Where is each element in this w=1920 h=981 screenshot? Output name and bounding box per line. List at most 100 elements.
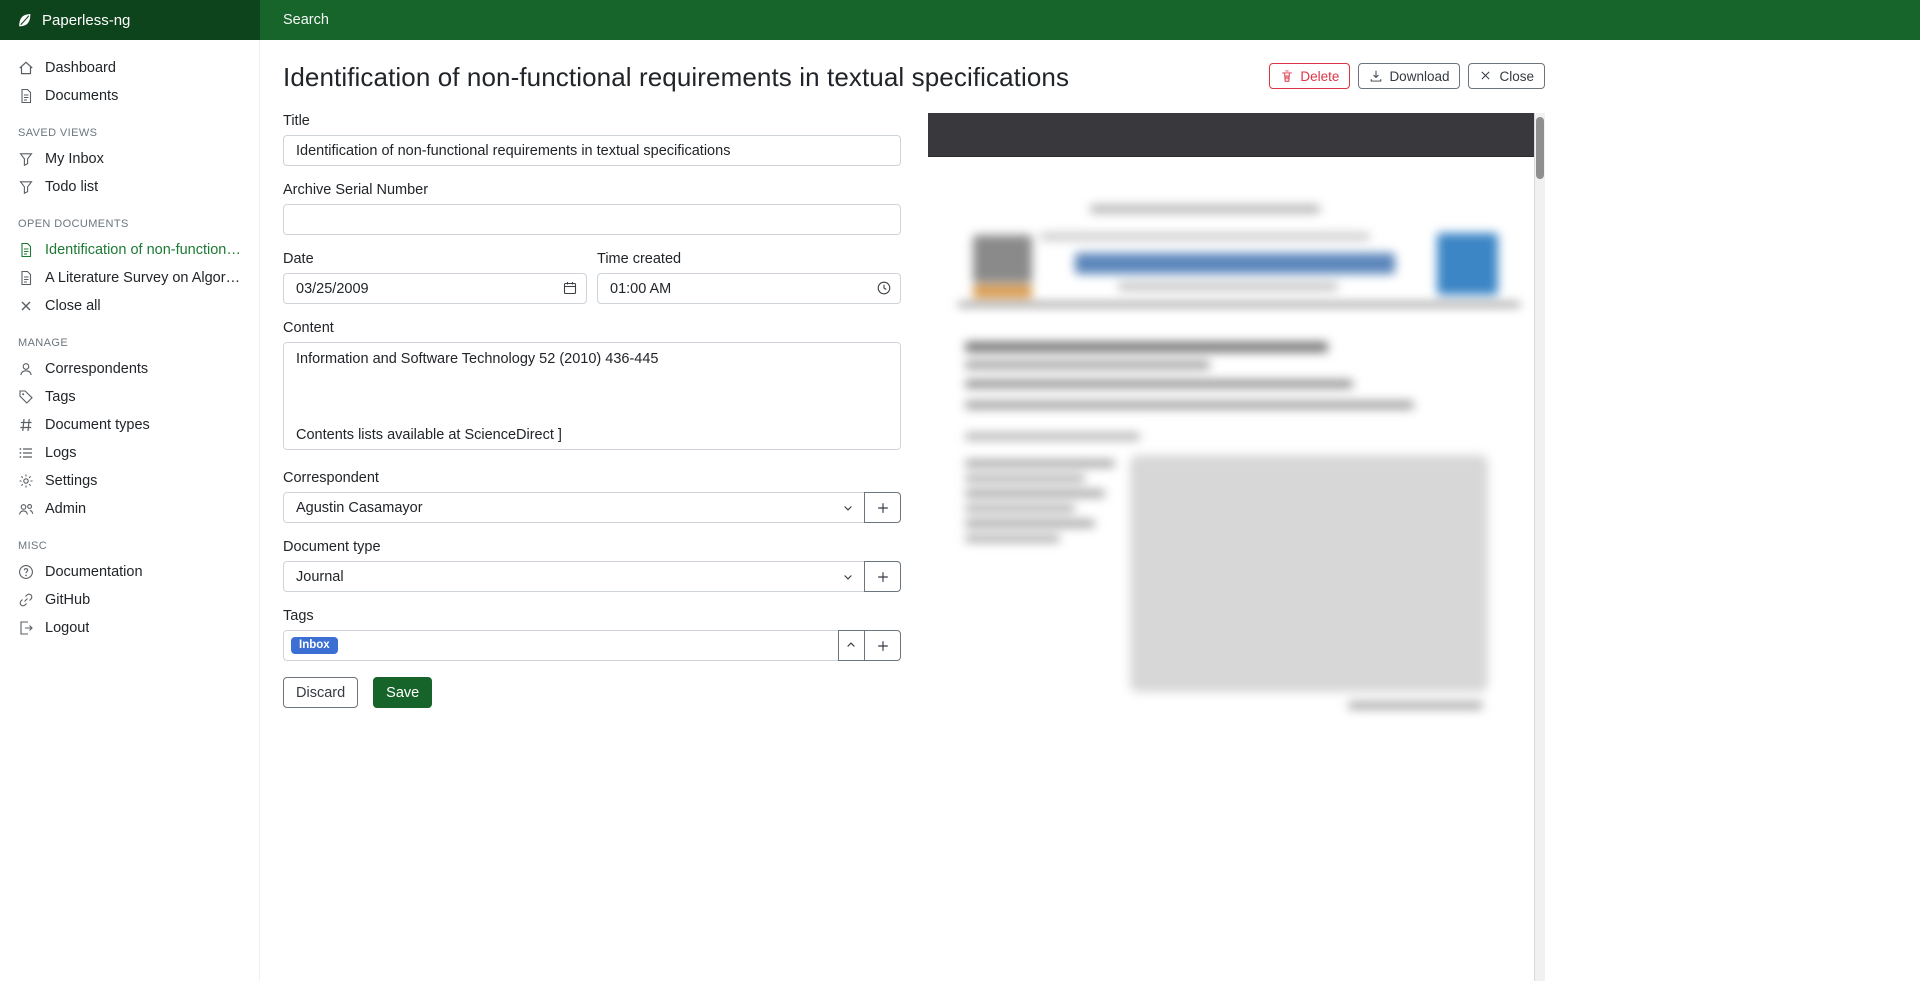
tags-field: Tags Inbox bbox=[283, 608, 901, 661]
time-input[interactable] bbox=[597, 273, 901, 304]
sidebar-item-a-literature-survey-on-algorithms-for-mu[interactable]: A Literature Survey on Algorithms for Mu… bbox=[0, 264, 259, 292]
pdf-scrollbar-thumb[interactable] bbox=[1536, 117, 1544, 179]
page-header: Identification of non-functional require… bbox=[283, 40, 1545, 96]
tag-icon bbox=[18, 389, 34, 405]
sidebar-item-close-all[interactable]: Close all bbox=[0, 292, 259, 320]
sidebar-item-label: Documents bbox=[45, 88, 118, 104]
sidebar-item-document-types[interactable]: Document types bbox=[0, 411, 259, 439]
close-icon bbox=[1479, 69, 1493, 83]
add-correspondent-button[interactable] bbox=[864, 492, 901, 523]
download-icon bbox=[1369, 69, 1383, 83]
sidebar: Dashboard Documents SAVED VIEWSMy Inbox Tod… bbox=[0, 40, 260, 981]
sidebar-item-documentation[interactable]: Documentation bbox=[0, 558, 259, 586]
leaf-logo-icon bbox=[16, 12, 33, 29]
sidebar-item-label: Settings bbox=[45, 473, 97, 489]
brand-name: Paperless-ng bbox=[42, 12, 130, 29]
content-textarea[interactable]: Information and Software Technology 52 (… bbox=[283, 342, 901, 450]
date-time-row: Date Time created bbox=[283, 251, 901, 304]
sidebar-item-label: A Literature Survey on Algorithms for Mu… bbox=[45, 270, 241, 286]
asn-field: Archive Serial Number bbox=[283, 182, 901, 235]
correspondent-label: Correspondent bbox=[283, 470, 901, 486]
logout-icon bbox=[18, 620, 34, 636]
plus-icon bbox=[876, 570, 890, 584]
trash-icon bbox=[1280, 69, 1294, 83]
sidebar-section-header-manage: MANAGE bbox=[0, 320, 259, 355]
chevron-down-icon bbox=[842, 571, 854, 583]
tags-input[interactable]: Inbox bbox=[283, 630, 839, 661]
document-actions: Delete Download Close bbox=[1249, 63, 1545, 89]
date-field: Date bbox=[283, 251, 587, 304]
sidebar-item-label: Todo list bbox=[45, 179, 98, 195]
sidebar-item-todo-list[interactable]: Todo list bbox=[0, 173, 259, 201]
main-content: Identification of non-functional require… bbox=[260, 40, 1920, 981]
date-input[interactable] bbox=[283, 273, 587, 304]
caret-up-icon bbox=[845, 639, 859, 653]
brand[interactable]: Paperless-ng bbox=[0, 0, 260, 40]
discard-button[interactable]: Discard bbox=[283, 677, 358, 708]
sidebar-item-label: Close all bbox=[45, 298, 101, 314]
document-type-field: Document type Journal bbox=[283, 539, 901, 592]
page-title: Identification of non-functional require… bbox=[283, 58, 1069, 96]
close-button[interactable]: Close bbox=[1468, 63, 1545, 89]
sidebar-item-my-inbox[interactable]: My Inbox bbox=[0, 145, 259, 173]
correspondent-field: Correspondent Agustin Casamayor bbox=[283, 470, 901, 523]
sidebar-item-label: Identification of non-functional require… bbox=[45, 242, 241, 258]
pdf-scrollbar[interactable] bbox=[1534, 113, 1545, 981]
pdf-toolbar[interactable] bbox=[928, 113, 1534, 157]
file-text-icon bbox=[18, 88, 34, 104]
sidebar-item-logout[interactable]: Logout bbox=[0, 614, 259, 642]
delete-button[interactable]: Delete bbox=[1269, 63, 1350, 89]
sidebar-item-label: Correspondents bbox=[45, 361, 148, 377]
pdf-preview bbox=[928, 113, 1545, 981]
sidebar-item-admin[interactable]: Admin bbox=[0, 495, 259, 523]
document-detail: Title Archive Serial Number Date bbox=[283, 113, 1545, 981]
add-tag-button[interactable] bbox=[864, 630, 901, 661]
pdf-blurred-content bbox=[928, 157, 1534, 981]
sidebar-item-identification-of-non-functional-requirem[interactable]: Identification of non-functional require… bbox=[0, 236, 259, 264]
document-type-select[interactable]: Journal bbox=[283, 561, 865, 592]
title-field: Title bbox=[283, 113, 901, 166]
sidebar-item-documents[interactable]: Documents bbox=[0, 82, 259, 110]
chevron-down-icon bbox=[842, 502, 854, 514]
time-field: Time created bbox=[597, 251, 901, 304]
search-input[interactable] bbox=[283, 12, 903, 28]
save-button[interactable]: Save bbox=[373, 677, 432, 708]
correspondent-value: Agustin Casamayor bbox=[296, 500, 423, 516]
tag-badge-inbox[interactable]: Inbox bbox=[291, 637, 338, 655]
date-label: Date bbox=[283, 251, 587, 267]
sidebar-item-label: Dashboard bbox=[45, 60, 116, 76]
funnel-icon bbox=[18, 151, 34, 167]
people-icon bbox=[18, 501, 34, 517]
title-input[interactable] bbox=[283, 135, 901, 166]
sidebar-section-header-saved-views: SAVED VIEWS bbox=[0, 110, 259, 145]
home-icon bbox=[18, 60, 34, 76]
sidebar-item-github[interactable]: GitHub bbox=[0, 586, 259, 614]
form-buttons: Discard Save bbox=[283, 677, 901, 708]
search-bar bbox=[260, 0, 1920, 40]
sidebar-item-label: Admin bbox=[45, 501, 86, 517]
download-button[interactable]: Download bbox=[1358, 63, 1460, 89]
sidebar-item-settings[interactable]: Settings bbox=[0, 467, 259, 495]
tags-label: Tags bbox=[283, 608, 901, 624]
plus-icon bbox=[876, 501, 890, 515]
sidebar-item-label: Logout bbox=[45, 620, 89, 636]
sidebar-item-correspondents[interactable]: Correspondents bbox=[0, 355, 259, 383]
sidebar-item-dashboard[interactable]: Dashboard bbox=[0, 54, 259, 82]
sidebar-item-logs[interactable]: Logs bbox=[0, 439, 259, 467]
time-label: Time created bbox=[597, 251, 901, 267]
correspondent-select[interactable]: Agustin Casamayor bbox=[283, 492, 865, 523]
add-document-type-button[interactable] bbox=[864, 561, 901, 592]
content-label: Content bbox=[283, 320, 901, 336]
document-type-label: Document type bbox=[283, 539, 901, 555]
sidebar-item-tags[interactable]: Tags bbox=[0, 383, 259, 411]
tags-dropdown-button[interactable] bbox=[838, 630, 865, 661]
sidebar-item-label: Document types bbox=[45, 417, 150, 433]
gear-icon bbox=[18, 473, 34, 489]
funnel-icon bbox=[18, 179, 34, 195]
plus-icon bbox=[876, 639, 890, 653]
question-icon bbox=[18, 564, 34, 580]
topbar: Paperless-ng bbox=[0, 0, 1920, 40]
asn-input[interactable] bbox=[283, 204, 901, 235]
file-text-icon bbox=[18, 270, 34, 286]
title-label: Title bbox=[283, 113, 901, 129]
